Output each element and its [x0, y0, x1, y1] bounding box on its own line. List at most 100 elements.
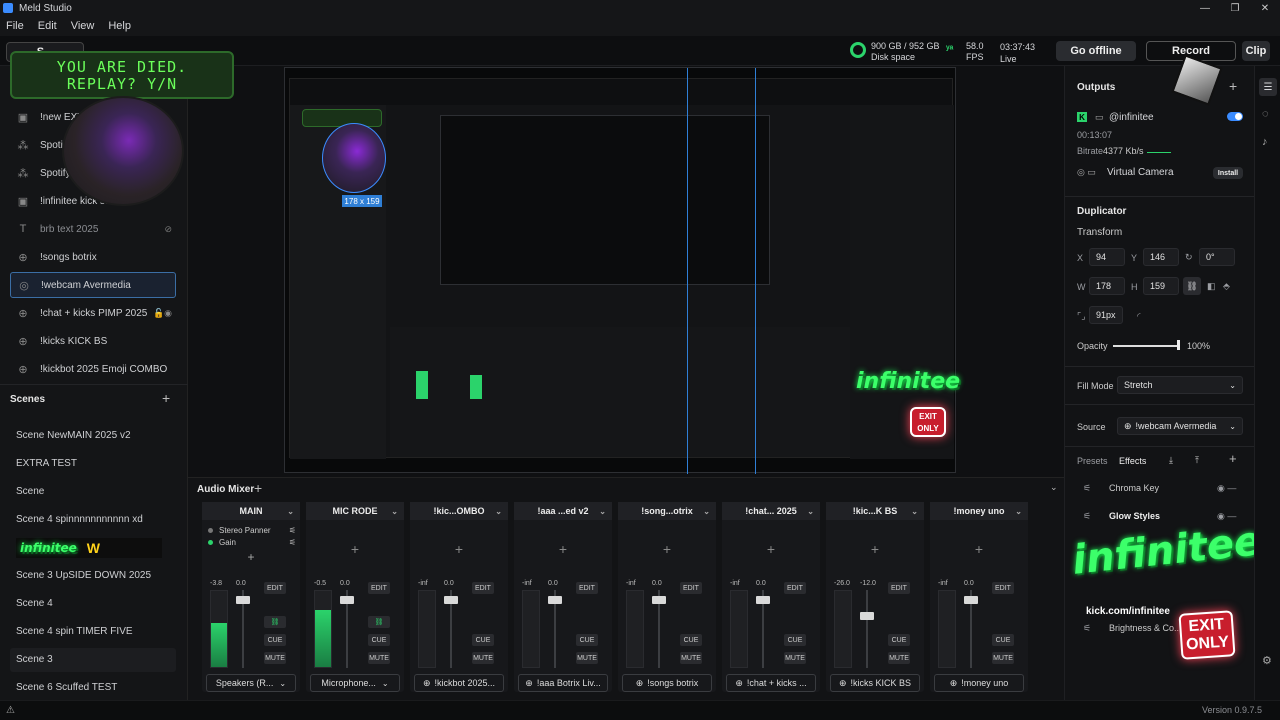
properties-icon[interactable]: ☰ — [1259, 78, 1277, 96]
cue-button[interactable]: CUE — [680, 634, 702, 646]
flip-horizontal-icon[interactable]: ◧ — [1207, 281, 1216, 292]
output-toggle[interactable] — [1227, 112, 1243, 121]
source-item-selected[interactable]: ◎ !webcam Avermedia — [10, 272, 176, 298]
minimize-button[interactable]: — — [1190, 0, 1220, 16]
install-button[interactable]: Install — [1213, 167, 1243, 179]
move-up-icon[interactable]: ⤒ — [1195, 455, 1199, 466]
mute-button[interactable]: MUTE — [576, 652, 598, 664]
move-down-icon[interactable]: ⤓ — [1169, 455, 1173, 466]
mute-button[interactable]: MUTE — [368, 652, 390, 664]
cue-button[interactable]: CUE — [784, 634, 806, 646]
fader-handle[interactable] — [652, 596, 666, 605]
chevron-down-icon[interactable]: ⌄ — [1015, 507, 1022, 516]
source-item[interactable]: ⊕ !chat + kicks PIMP 2025 🔓◉ — [10, 300, 176, 326]
device-select[interactable]: ⊕ !money uno — [934, 674, 1024, 692]
link-aspect-icon[interactable]: ⛓ — [1183, 277, 1201, 295]
add-audio-button[interactable]: + — [254, 480, 262, 496]
edit-button[interactable]: EDIT — [576, 582, 598, 594]
mute-button[interactable]: MUTE — [784, 652, 806, 664]
scene-item[interactable]: Scene 4 spinnnnnnnnnnn xd — [16, 514, 143, 525]
strip-name[interactable]: !chat... 2025 ⌄ — [722, 502, 820, 520]
edit-button[interactable]: EDIT — [680, 582, 702, 594]
y-field[interactable]: 146 — [1143, 248, 1179, 266]
add-effect-button[interactable]: + — [514, 522, 612, 576]
strip-name[interactable]: MIC RODE ⌄ — [306, 502, 404, 520]
flip-vertical-icon[interactable]: ⬘ — [1223, 281, 1230, 292]
edit-button[interactable]: EDIT — [992, 582, 1014, 594]
menu-edit[interactable]: Edit — [38, 20, 57, 32]
device-select[interactable]: ⊕ !kickbot 2025... — [414, 674, 504, 692]
fader-handle[interactable] — [444, 596, 458, 605]
menu-help[interactable]: Help — [108, 20, 131, 32]
add-effect-button[interactable]: + — [722, 522, 820, 576]
source-item[interactable]: ⊕ !songs botrix — [10, 244, 176, 270]
scene-item[interactable]: Scene 3 UpSIDE DOWN 2025 — [16, 570, 151, 581]
link-icon[interactable]: ⛓ — [264, 616, 286, 628]
device-select[interactable]: ⊕ !kicks KICK BS — [830, 674, 920, 692]
settings-icon[interactable]: ⚙ — [1262, 654, 1272, 667]
chevron-down-icon[interactable]: ⌄ — [703, 507, 710, 516]
corner-style-icon[interactable]: ◜ — [1137, 311, 1141, 322]
preview-canvas[interactable]: 178 x 159 infinitee EXIT ONLY — [284, 67, 960, 474]
cue-button[interactable]: CUE — [264, 634, 286, 646]
device-select[interactable]: ⊕ !aaa Botrix Liv... — [518, 674, 608, 692]
visibility-icon[interactable]: ◉ — — [1217, 483, 1236, 494]
collapse-mixer-icon[interactable]: ⌄ — [1050, 482, 1058, 493]
scene-item[interactable]: Scene — [16, 486, 44, 497]
mute-button[interactable]: MUTE — [992, 652, 1014, 664]
add-effect-button[interactable]: + — [826, 522, 924, 576]
fader-handle[interactable] — [756, 596, 770, 605]
effect-settings-icon[interactable]: ⚟ — [1083, 483, 1091, 494]
device-select[interactable]: Speakers (R... ⌄ — [206, 674, 296, 692]
edit-button[interactable]: EDIT — [784, 582, 806, 594]
chevron-down-icon[interactable]: ⌄ — [807, 507, 814, 516]
height-field[interactable]: 159 — [1143, 277, 1179, 295]
rotation-field[interactable]: 0° — [1199, 248, 1235, 266]
fader-handle[interactable] — [548, 596, 562, 605]
presets-tab[interactable]: Presets — [1077, 456, 1108, 466]
effect-item[interactable]: Chroma Key — [1109, 483, 1159, 493]
x-field[interactable]: 94 — [1089, 248, 1125, 266]
device-select[interactable]: ⊕ !chat + kicks ... — [726, 674, 816, 692]
opacity-handle[interactable] — [1177, 340, 1180, 350]
source-item[interactable]: Tbrb text 2025 ⊘ — [10, 216, 176, 242]
effect-settings-icon[interactable]: ⚟ — [1083, 511, 1091, 522]
cue-button[interactable]: CUE — [888, 634, 910, 646]
lock-icon[interactable]: 🔓◉ — [153, 308, 172, 319]
strip-name[interactable]: !kic...OMBO ⌄ — [410, 502, 508, 520]
chevron-down-icon[interactable]: ⌄ — [391, 507, 398, 516]
scene-item[interactable]: Scene NewMAIN 2025 v2 — [16, 430, 131, 441]
strip-name[interactable]: !money uno ⌄ — [930, 502, 1028, 520]
width-field[interactable]: 178 — [1089, 277, 1125, 295]
add-output-button[interactable]: + — [1229, 78, 1237, 94]
stereo-panner-row[interactable]: Stereo Panner — [219, 526, 271, 535]
scene-item[interactable]: Scene 6 Scuffed TEST — [16, 682, 117, 693]
maximize-button[interactable]: ❐ — [1220, 0, 1250, 16]
chevron-down-icon[interactable]: ⌄ — [287, 507, 294, 516]
mute-button[interactable]: MUTE — [264, 652, 286, 664]
audio-icon[interactable]: ♪ — [1262, 136, 1268, 148]
add-effect-button[interactable]: + — [206, 550, 296, 564]
chevron-down-icon[interactable]: ⌄ — [599, 507, 606, 516]
device-select[interactable]: Microphone... ⌄ — [310, 674, 400, 692]
fader-handle[interactable] — [340, 596, 354, 605]
effect-item[interactable]: Brightness & Co... — [1109, 623, 1182, 633]
strip-name[interactable]: MAIN ⌄ — [202, 502, 300, 520]
warning-icon[interactable]: ⚠ — [6, 705, 15, 716]
add-effect-button[interactable]: + — [306, 522, 404, 576]
source-select[interactable]: ⊕ !webcam Avermedia ⌄ — [1117, 417, 1243, 435]
mute-button[interactable]: MUTE — [680, 652, 702, 664]
volume-fader[interactable] — [866, 590, 868, 668]
effects-tab[interactable]: Effects — [1119, 456, 1146, 466]
cue-button[interactable]: CUE — [472, 634, 494, 646]
edit-button[interactable]: EDIT — [368, 582, 390, 594]
fill-mode-select[interactable]: Stretch ⌄ — [1117, 376, 1243, 394]
strip-name[interactable]: !song...otrix ⌄ — [618, 502, 716, 520]
menu-view[interactable]: View — [71, 20, 95, 32]
effect-settings-icon[interactable]: ⚟ — [1083, 623, 1091, 634]
opacity-slider[interactable] — [1113, 345, 1179, 347]
gain-row[interactable]: Gain — [219, 538, 236, 547]
menu-file[interactable]: File — [6, 20, 24, 32]
mute-button[interactable]: MUTE — [472, 652, 494, 664]
effect-item[interactable]: Glow Styles — [1109, 511, 1160, 521]
